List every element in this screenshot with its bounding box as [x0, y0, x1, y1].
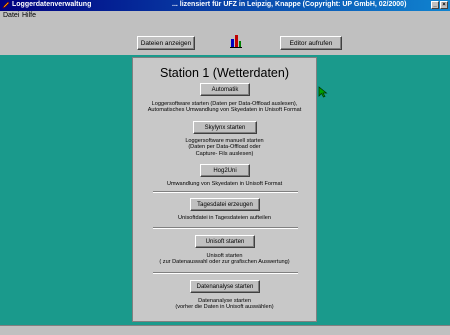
editor-button[interactable]: Editor aufrufen	[280, 36, 342, 50]
skylynx-button[interactable]: Skylynx starten	[193, 121, 257, 134]
close-icon: ×	[442, 2, 446, 8]
desc-line: Capture- Fils auslesen)	[195, 150, 254, 157]
tagesdatei-button[interactable]: Tagesdatei erzeugen	[190, 198, 260, 211]
datenanalyse-button[interactable]: Datenanalyse starten	[190, 280, 260, 293]
station-title: Station 1 (Wetterdaten)	[159, 66, 289, 80]
show-files-button[interactable]: Dateien anzeigen	[137, 36, 195, 50]
unisoft-button[interactable]: Unisoft starten	[195, 235, 255, 248]
status-bar	[0, 325, 450, 335]
separator	[153, 191, 298, 193]
menu-hilfe[interactable]: Hilfe	[22, 12, 36, 19]
separator	[153, 227, 298, 229]
close-button[interactable]: ×	[440, 1, 448, 9]
hog2uni-button[interactable]: Hog2Uni	[200, 164, 250, 177]
minimize-icon: _	[433, 2, 437, 8]
minimize-button[interactable]: _	[431, 1, 439, 9]
menu-bar: Datei Hilfe	[0, 11, 450, 21]
desc-line: Unisoftdatei in Tagesdateien aufteilen	[178, 215, 271, 221]
unisoft-description: Unisoft starten ( zur Datenauswahl oder …	[133, 253, 316, 266]
automatik-button[interactable]: Automatik	[200, 83, 250, 96]
chart-tool-button[interactable]	[229, 33, 243, 49]
menu-datei[interactable]: Datei	[3, 12, 19, 19]
license-text: ... lizensiert für UFZ in Leipzig, Knapp…	[172, 1, 407, 8]
station-panel: Station 1 (Wetterdaten) Automatik Logger…	[132, 57, 317, 322]
datenanalyse-description: Datenanalyse starten (vorher die Daten i…	[133, 298, 316, 311]
desc-line: Umwandlung von Skyedaten in Unisoft Form…	[166, 181, 283, 187]
app-pencil-icon	[2, 1, 10, 9]
desc-line: (vorher die Daten in Unisoft auswählen)	[175, 304, 274, 311]
bar-chart-icon	[230, 35, 242, 48]
automatik-description: Loggersoftware starten (Daten per Data-O…	[133, 101, 316, 114]
window-title: Loggerdatenverwaltung	[12, 1, 92, 8]
desc-line: Automatisches Umwandlung von Skyedaten i…	[147, 107, 302, 114]
mouse-cursor-icon	[318, 86, 328, 98]
tagesdatei-description: Unisoftdatei in Tagesdateien aufteilen	[133, 215, 316, 221]
hog2uni-description: Umwandlung von Skyedaten in Unisoft Form…	[133, 181, 316, 187]
desc-line: ( zur Datenauswahl oder zur grafischen A…	[159, 259, 290, 266]
title-bar: Loggerdatenverwaltung ... lizensiert für…	[0, 0, 450, 11]
skylynx-description: Loggersoftware manuell starten (Daten pe…	[133, 138, 316, 157]
separator	[153, 272, 298, 274]
toolbar: Dateien anzeigen Editor aufrufen	[0, 21, 450, 55]
